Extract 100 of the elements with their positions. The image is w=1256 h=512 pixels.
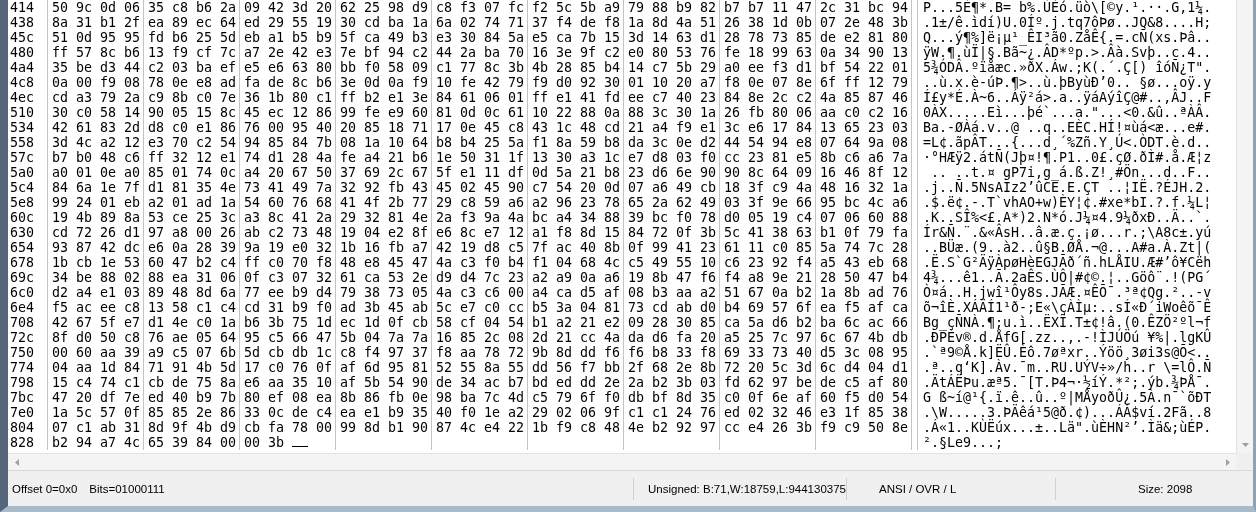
hex-bytes: 78 0e e8 ad bbox=[148, 75, 237, 90]
hex-bytes: 20 85 18 71 bbox=[340, 120, 429, 135]
hex-bytes: 19 04 e2 8f bbox=[340, 225, 429, 240]
hex-bytes: 44 2a ba 70 bbox=[436, 45, 525, 60]
hex-bytes: 99 8d b1 90 bbox=[340, 420, 429, 435]
offset-label: 6c0 bbox=[10, 285, 35, 300]
hex-bytes: ea e1 b9 35 bbox=[340, 405, 429, 420]
ascii-text: 0ÀX.....Eì...þé`...a."...<0.&û..ªÀÂ. bbox=[923, 105, 1212, 120]
ascii-text: õ¬îÈ.XÁÄÍ1¹ð-;E«\çÀÌµ:..sÍ«Ð´iWoêõ¯Ê bbox=[923, 300, 1212, 315]
hex-bytes: 44 54 94 e8 bbox=[724, 135, 813, 150]
ascii-text: .`ª9©Å.k]ËÛ.Èô.7øªxr..Ýöö¸3øi3s@Õ<.. bbox=[923, 345, 1212, 360]
ascii-text: 5¾ÓDÂ.ºïåæc.»ðX.Áw.;K(.´.Ç[) îóÑ¿T". bbox=[923, 60, 1212, 75]
hex-bytes: 01 10 20 a7 bbox=[628, 75, 717, 90]
offset-label: 510 bbox=[10, 105, 35, 120]
hex-bytes: e6 8c e7 12 bbox=[436, 225, 525, 240]
hex-bytes: ea f5 af ca bbox=[820, 300, 909, 315]
hex-bytes: 4a 85 87 46 bbox=[820, 90, 909, 105]
offset-label: 534 bbox=[10, 120, 35, 135]
hex-bytes: 09 28 30 85 bbox=[628, 315, 717, 330]
hex-bytes: 62 25 98 d9 bbox=[340, 0, 429, 15]
hex-bytes: 8d 9f 4b d9 bbox=[148, 420, 237, 435]
hex-bytes: 36 1b 80 c1 bbox=[244, 90, 333, 105]
hex-bytes: b1 a2 21 e2 bbox=[532, 315, 621, 330]
hex-bytes: ff 57 8c b6 bbox=[52, 45, 141, 60]
vertical-scrollbar[interactable] bbox=[1236, 0, 1253, 453]
hex-bytes: 61 ca 53 2e bbox=[340, 270, 429, 285]
ascii-text: Ba.-ØÀá.v..@ ..q..EÈC.HÍ!¤ùá<æ...e#. bbox=[923, 120, 1212, 135]
hex-bytes: f8 aa 78 72 bbox=[436, 345, 525, 360]
hex-bytes: 16 46 8f 12 bbox=[820, 165, 909, 180]
hex-bytes: ea 89 ec 64 bbox=[148, 15, 237, 30]
hex-bytes: e5 e6 63 80 bbox=[244, 60, 333, 75]
hex-bytes: bd ed dd 2e bbox=[532, 375, 621, 390]
ascii-text: ·°HÆÿ2.átÑ(Jþ¤!¶.P1..0£.çØ.ðÌ#.å.Æ¦z bbox=[923, 150, 1212, 165]
hex-bytes: 1a 5c 57 0f bbox=[52, 405, 141, 420]
horizontal-scrollbar[interactable] bbox=[8, 453, 1236, 470]
hex-bytes: 10 fe 42 79 bbox=[436, 75, 525, 90]
hex-bytes: 07 64 9a 08 bbox=[820, 135, 909, 150]
hex-bytes: 89 48 8d 6a bbox=[148, 285, 237, 300]
ascii-text: ÿW.¶.ùÏ|§.Bã~¿.ÂD*ºp.>.Âà.Svþ..c.4.. bbox=[923, 45, 1212, 60]
hex-bytes: 0d 5a 21 b8 bbox=[532, 165, 621, 180]
hex-bytes: 45 ec 12 86 bbox=[244, 105, 333, 120]
hex-bytes: a0 01 0e a0 bbox=[52, 165, 141, 180]
hex-bytes: 8b c6 a6 7a bbox=[820, 150, 909, 165]
hex-bytes: 33 0c de c4 bbox=[244, 405, 333, 420]
hex-bytes: 42 67 5f e7 bbox=[52, 315, 141, 330]
hex-bytes: 29 c8 59 a6 bbox=[436, 195, 525, 210]
hex-bytes: 19 8b 47 f6 bbox=[628, 270, 717, 285]
hex-bytes: aa c0 c2 16 bbox=[820, 105, 909, 120]
offset-label: 5e8 bbox=[10, 195, 35, 210]
hex-bytes: 4b 28 85 b4 bbox=[532, 60, 621, 75]
hex-bytes: 26 fb 80 06 bbox=[724, 105, 813, 120]
hex-bytes: 76 ae 05 64 bbox=[148, 330, 237, 345]
hex-bytes: a3 8c 41 2a bbox=[244, 210, 333, 225]
hex-bytes: 90 8c 64 09 bbox=[724, 165, 813, 180]
hex-bytes: d0 05 19 c4 bbox=[724, 210, 813, 225]
hex-bytes: a0 ee f3 d1 bbox=[724, 60, 813, 75]
hex-bytes: 54 60 76 68 bbox=[244, 195, 333, 210]
hex-bytes: c7 54 20 0d bbox=[532, 180, 621, 195]
hex-bytes: 79 38 73 05 bbox=[340, 285, 429, 300]
hex-bytes: 2f 68 2e 8b bbox=[628, 360, 717, 375]
ascii-text: .\W.....3.ÞÄêá¹5@ð.¢)...ÁÁ$ví.2Fã..8 bbox=[923, 405, 1212, 420]
hex-bytes: 77 ee b9 d4 bbox=[244, 285, 333, 300]
hex-bytes: 9b 8d dd f6 bbox=[532, 345, 621, 360]
ascii-text: 4¾...ê1..Ã.2aÊS.ÙÔ|#¢©.¦..Göô¨.!(PG´ bbox=[923, 270, 1212, 285]
hex-bytes: cb fa 78 00 bbox=[244, 420, 333, 435]
hex-bytes: 81 0d 0c 61 bbox=[436, 105, 525, 120]
hex-bytes: 1e 50 31 1f bbox=[436, 150, 525, 165]
ascii-text: .ÐPÈv®.d.ÅfG[.zz..,.-!ÌJÚÖú ¥%|.lgKÛ bbox=[923, 330, 1212, 345]
hex-bytes: b7 b7 11 47 bbox=[724, 0, 813, 15]
offset-label: 45c bbox=[10, 30, 35, 45]
hex-bytes: a4 20 67 50 bbox=[244, 165, 333, 180]
hex-bytes: 26 38 1d 0b bbox=[724, 15, 813, 30]
hex-bytes: 88 ea 31 06 bbox=[148, 270, 237, 285]
hex-bytes: 65 39 84 00 bbox=[148, 435, 237, 450]
hex-bytes: cc 23 81 e5 bbox=[724, 150, 813, 165]
hex-bytes: c9 8b c0 7e bbox=[148, 90, 237, 105]
hex-bytes: 0f 99 41 23 bbox=[628, 240, 717, 255]
hex-bytes: d2 a4 e1 03 bbox=[52, 285, 141, 300]
left-arrow-icon bbox=[14, 459, 19, 466]
hex-bytes: 95 c5 66 47 bbox=[244, 330, 333, 345]
hex-bytes: 08 b3 aa a2 bbox=[628, 285, 717, 300]
hex-bytes: 69 33 73 40 bbox=[724, 345, 813, 360]
hex-bytes: cd a3 79 2a bbox=[52, 90, 141, 105]
hex-bytes: 73 cd ab d0 bbox=[628, 300, 717, 315]
offset-label: 4c8 bbox=[10, 75, 35, 90]
offset-label: 7bc bbox=[10, 390, 35, 405]
offset-label: 72c bbox=[10, 330, 35, 345]
hex-bytes: e5 ca 7b 15 bbox=[532, 30, 621, 45]
offset-label: 5a0 bbox=[10, 165, 35, 180]
hex-bytes: c2 03 ba ef bbox=[148, 60, 237, 75]
hex-bytes: 28 78 73 85 bbox=[724, 30, 813, 45]
hex-bytes: f9 d0 92 30 bbox=[532, 75, 621, 90]
hex-bytes: 1a 8d 4a 51 bbox=[628, 15, 717, 30]
hex-bytes: a2 96 23 78 bbox=[532, 195, 621, 210]
mode-status: ANSI / OVR / L bbox=[879, 482, 957, 495]
hex-bytes: c8 f3 07 fc bbox=[436, 0, 525, 15]
offset-status: Offset 0=0x0 bbox=[12, 482, 78, 495]
hex-bytes: 71 91 4b 5d bbox=[148, 360, 237, 375]
offset-label: 414 bbox=[10, 0, 35, 15]
ascii-text: ².§Le9...; bbox=[923, 435, 1004, 450]
